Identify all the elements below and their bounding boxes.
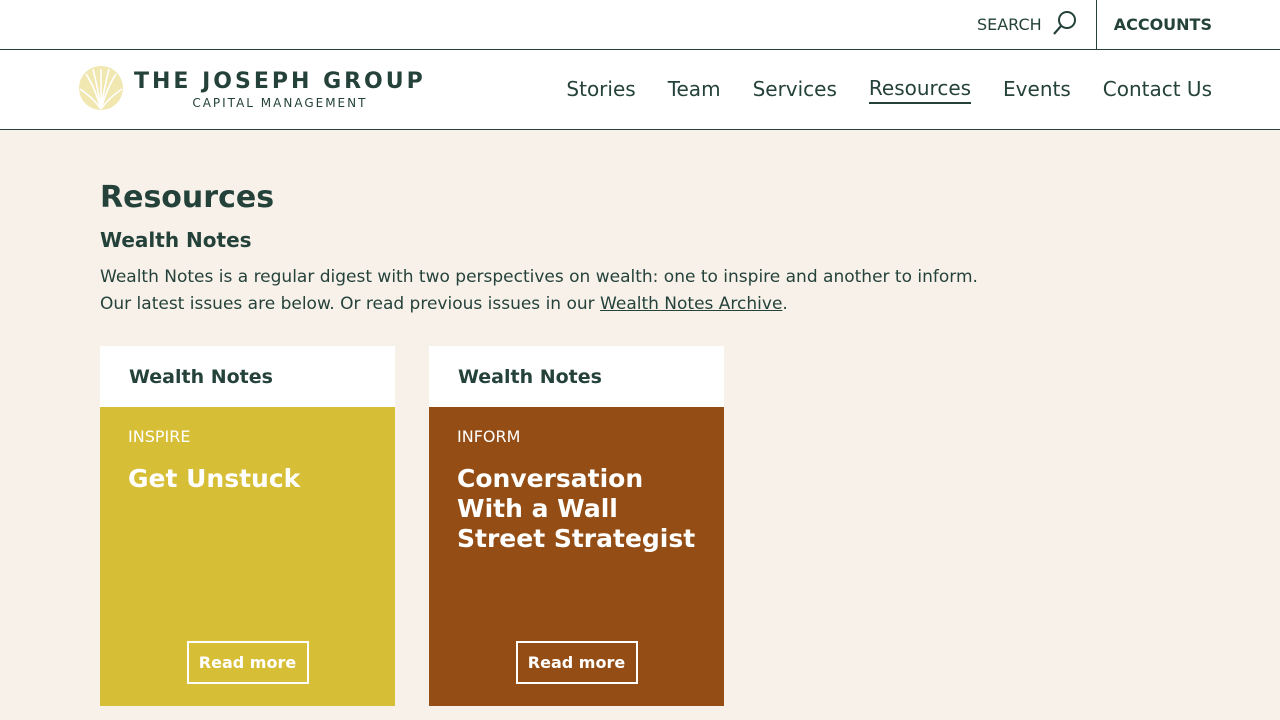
search-icon xyxy=(1052,10,1078,40)
nav-links: Stories Team Services Resources Events C… xyxy=(566,76,1212,104)
brand-logo[interactable]: THE JOSEPH GROUP CAPITAL MANAGEMENT xyxy=(78,65,426,115)
intro-line-2: Our latest issues are below. Or read pre… xyxy=(100,291,1180,318)
section-title: Wealth Notes xyxy=(100,228,252,252)
card-header: Wealth Notes xyxy=(100,346,395,407)
main-nav: THE JOSEPH GROUP CAPITAL MANAGEMENT Stor… xyxy=(0,50,1280,130)
read-more-button[interactable]: Read more xyxy=(515,641,638,684)
brand-wordmark: THE JOSEPH GROUP CAPITAL MANAGEMENT xyxy=(134,68,426,110)
nav-item-services[interactable]: Services xyxy=(753,77,837,103)
intro-line-2-prefix: Our latest issues are below. Or read pre… xyxy=(100,294,601,314)
utility-bar: SEARCH ACCOUNTS xyxy=(0,0,1280,50)
wheat-sun-icon xyxy=(78,65,124,115)
card-title[interactable]: Conversation With a Wall Street Strategi… xyxy=(457,464,696,554)
wealth-notes-archive-link[interactable]: Wealth Notes Archive xyxy=(600,294,782,314)
nav-item-events[interactable]: Events xyxy=(1003,77,1071,103)
site-header: SEARCH ACCOUNTS THE JOSEPH GROUP CAPITAL… xyxy=(0,0,1280,130)
read-more-button[interactable]: Read more xyxy=(186,641,309,684)
brand-subtitle: CAPITAL MANAGEMENT xyxy=(192,95,368,110)
nav-item-stories[interactable]: Stories xyxy=(566,77,635,103)
card-list: Wealth Notes INSPIRE Get Unstuck Read mo… xyxy=(100,346,1180,706)
brand-name: THE JOSEPH GROUP xyxy=(134,68,426,94)
intro-line-1: Wealth Notes is a regular digest with tw… xyxy=(100,267,978,287)
nav-item-contact-us[interactable]: Contact Us xyxy=(1103,77,1212,103)
card-kicker: INSPIRE xyxy=(128,427,191,446)
card-inspire: Wealth Notes INSPIRE Get Unstuck Read mo… xyxy=(100,346,395,706)
search-label: SEARCH xyxy=(976,15,1042,34)
card-kicker: INFORM xyxy=(457,427,521,446)
nav-item-team[interactable]: Team xyxy=(668,77,721,103)
search-button[interactable]: SEARCH xyxy=(977,0,1096,49)
card-title[interactable]: Get Unstuck xyxy=(128,464,367,494)
card-inform: Wealth Notes INFORM Conversation With a … xyxy=(429,346,724,706)
accounts-link[interactable]: ACCOUNTS xyxy=(1095,0,1280,49)
page-title: Resources xyxy=(100,180,275,215)
main-content: Resources Wealth Notes Wealth Notes is a… xyxy=(0,130,1280,706)
intro-line-2-suffix: . xyxy=(782,294,788,314)
card-header: Wealth Notes xyxy=(429,346,724,407)
card-body: INFORM Conversation With a Wall Street S… xyxy=(429,407,724,706)
card-body: INSPIRE Get Unstuck Read more xyxy=(100,407,395,706)
nav-item-resources[interactable]: Resources xyxy=(868,76,972,104)
intro-text: Wealth Notes is a regular digest with tw… xyxy=(100,264,1180,318)
